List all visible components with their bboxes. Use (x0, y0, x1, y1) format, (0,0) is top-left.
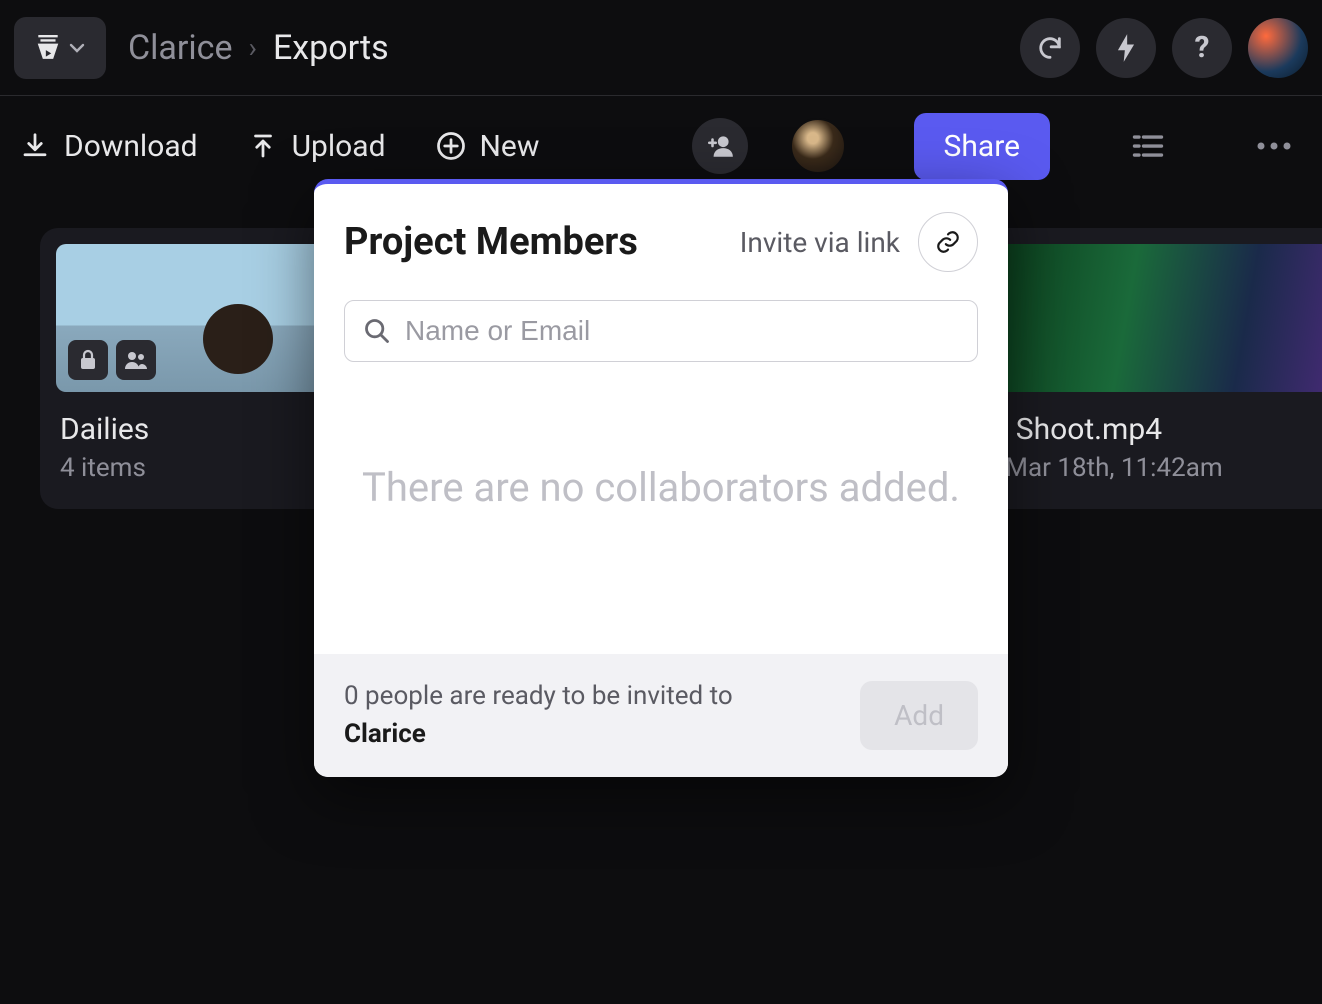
search-icon (363, 317, 391, 345)
empty-state-text: There are no collaborators added. (314, 382, 1008, 654)
modal-title: Project Members (344, 220, 740, 264)
member-search-field[interactable] (344, 300, 978, 362)
invite-footer-text: 0 people are ready to be invited to Clar… (344, 678, 733, 753)
member-search-input[interactable] (405, 315, 959, 347)
copy-link-button[interactable] (918, 212, 978, 272)
add-button[interactable]: Add (860, 681, 978, 750)
invite-via-link[interactable]: Invite via link (740, 226, 900, 259)
link-icon (935, 229, 961, 255)
project-members-modal: Project Members Invite via link There ar… (314, 179, 1008, 777)
